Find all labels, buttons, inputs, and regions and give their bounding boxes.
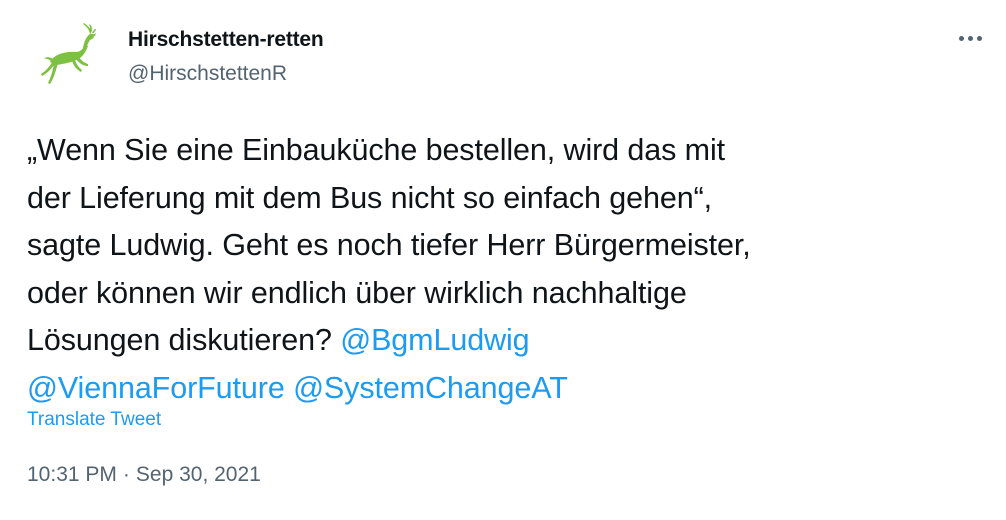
mention-link-systemchangeat[interactable]: @SystemChangeAT [293, 371, 568, 405]
tweet-line: sagte Ludwig. Geht es noch tiefer Herr B… [27, 228, 751, 262]
mention-link-viennaforfuture[interactable]: @ViennaForFuture [27, 371, 285, 405]
tweet-text: „Wenn Sie eine Einbauküche bestellen, wi… [27, 127, 987, 412]
more-horizontal-icon [958, 35, 982, 41]
more-options-button[interactable] [952, 26, 988, 50]
author-display-name[interactable]: Hirschstetten-retten [128, 26, 324, 54]
tweet-line: @ViennaForFuture @SystemChangeAT [27, 365, 987, 413]
tweet-card: Hirschstetten-retten @HirschstettenR „We… [0, 0, 1006, 520]
tweet-time: 10:31 PM [27, 463, 117, 486]
tweet-date: Sep 30, 2021 [135, 463, 261, 486]
meta-separator: · [122, 463, 130, 486]
tweet-line: der Lieferung mit dem Bus nicht so einfa… [27, 180, 713, 215]
tweet-line: Lösungen diskutieren? @BgmLudwig [27, 317, 987, 365]
mention-link-bgmludwig[interactable]: @BgmLudwig [340, 323, 529, 357]
tweet-line: „Wenn Sie eine Einbauküche bestellen, wi… [27, 133, 726, 167]
tweet-timestamp[interactable]: 10:31 PM · Sep 30, 2021 [27, 461, 261, 489]
tweet-line-text: Lösungen diskutieren? [27, 323, 341, 357]
deer-icon [41, 20, 100, 84]
avatar[interactable] [28, 18, 108, 98]
tweet-line: oder können wir endlich über wirklich na… [27, 275, 687, 310]
author-handle[interactable]: @HirschstettenR [128, 60, 287, 88]
translate-tweet-link[interactable]: Translate Tweet [27, 408, 161, 432]
